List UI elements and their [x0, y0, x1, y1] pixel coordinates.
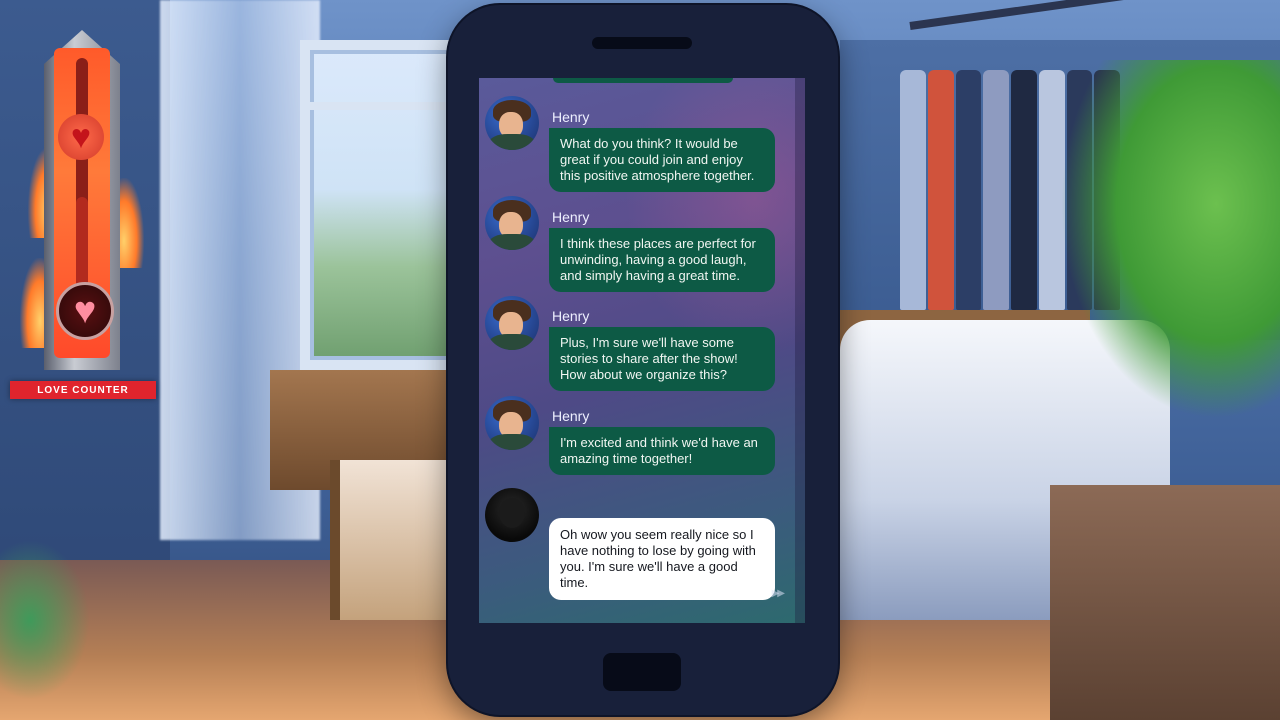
player-avatar — [485, 488, 539, 542]
phone: Henry What do you think? It would be gre… — [448, 5, 838, 715]
henry-avatar — [485, 296, 539, 350]
sender-name: Henry — [552, 408, 590, 424]
love-counter-label: LOVE COUNTER — [10, 381, 156, 399]
love-meter: ♥ ♥ LOVE COUNTER — [0, 8, 170, 408]
clothes-rail — [909, 0, 1169, 30]
message-bubble: I think these places are perfect for unw… — [549, 228, 775, 292]
henry-avatar — [485, 396, 539, 450]
heart-marker-icon: ♥ — [58, 114, 104, 161]
fast-forward-icon[interactable]: ▶▶ — [772, 588, 785, 599]
chat-screen[interactable]: Henry What do you think? It would be gre… — [479, 78, 805, 623]
phone-speaker — [592, 37, 692, 49]
sender-name: Henry — [552, 308, 590, 324]
previous-message-edge — [553, 78, 733, 83]
nightstand — [1050, 485, 1280, 720]
player-message-bubble: Oh wow you seem really nice so I have no… — [549, 518, 775, 600]
heart-icon: ♥ — [56, 282, 114, 340]
sender-name: Henry — [552, 109, 590, 125]
henry-avatar — [485, 196, 539, 250]
henry-avatar — [485, 96, 539, 150]
message-bubble: What do you think? It would be great if … — [549, 128, 775, 192]
sender-name: Henry — [552, 209, 590, 225]
meter-track — [76, 58, 88, 298]
message-bubble: I'm excited and think we'd have an amazi… — [549, 427, 775, 475]
plant — [1060, 60, 1280, 420]
window — [300, 40, 470, 370]
message-bubble: Plus, I'm sure we'll have some stories t… — [549, 327, 775, 391]
home-button[interactable] — [603, 653, 681, 691]
scrollbar[interactable] — [795, 78, 805, 623]
plant-left — [0, 540, 90, 700]
